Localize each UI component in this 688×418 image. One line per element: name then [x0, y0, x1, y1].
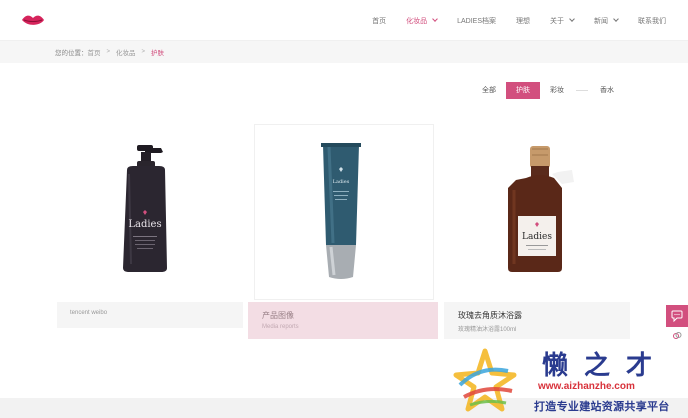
chat-button[interactable] — [666, 305, 688, 327]
link-button[interactable] — [666, 327, 688, 345]
product-title[interactable]: tencent weibo — [70, 310, 230, 316]
side-toolbar — [666, 305, 688, 345]
product-subtitle: Media reports — [262, 324, 299, 330]
product-caption[interactable]: 玫瑰去角质沐浴露 玫瑰精油沐浴露100ml — [444, 302, 630, 339]
site-header: 首页 化妆品 LADIES档案 理想 关于 新闻 联系我们 — [0, 0, 688, 41]
star-logo-icon — [450, 345, 520, 415]
lips-logo-icon[interactable] — [20, 11, 46, 31]
product-image[interactable]: Ladies — [254, 124, 434, 300]
watermark: 懒之才 www.aizhanzhe.com 打造专业建站资源共享平台 — [450, 345, 688, 418]
nav-item-ladies-archive[interactable]: LADIES档案 — [457, 16, 496, 26]
filter-skincare[interactable]: 护肤 — [506, 82, 540, 99]
product-card[interactable]: Ladies 玫瑰去角质沐浴露 玫瑰精油沐浴露100ml — [444, 124, 630, 339]
breadcrumb-current: 护肤 — [151, 50, 165, 57]
nav-item-about[interactable]: 关于 — [550, 16, 575, 26]
filter-divider — [576, 90, 588, 91]
watermark-url: www.aizhanzhe.com — [538, 381, 635, 392]
watermark-title: 懒之才 — [542, 351, 669, 381]
product-caption[interactable]: tencent weibo — [57, 302, 243, 328]
chevron-down-icon — [569, 16, 575, 22]
breadcrumb-prefix: 您的位置： — [55, 50, 88, 57]
breadcrumb: 您的位置： 首页 > 化妆品 > 护肤 — [55, 41, 164, 63]
breadcrumb-cosmetics-link[interactable]: 化妆品 — [116, 47, 136, 57]
chat-bubble-icon — [671, 310, 683, 322]
product-brand-text: Ladies — [333, 179, 350, 185]
product-caption[interactable]: 产品图像 Media reports — [248, 302, 438, 339]
filter-perfume[interactable]: 香水 — [590, 82, 624, 99]
nav-item-home[interactable]: 首页 — [372, 16, 386, 26]
product-image[interactable]: Ladies — [57, 124, 243, 300]
product-title[interactable]: 玫瑰去角质沐浴露 — [458, 310, 616, 321]
category-filters: 全部 护肤 彩妆 香水 — [472, 82, 624, 99]
product-brand-text: Ladies — [522, 232, 552, 242]
nav-item-ideal[interactable]: 理想 — [516, 16, 530, 26]
breadcrumb-home-link[interactable]: 首页 — [88, 47, 101, 57]
breadcrumb-separator-icon: > — [141, 49, 146, 55]
filter-all[interactable]: 全部 — [472, 82, 506, 99]
product-title[interactable]: 产品图像 — [262, 310, 424, 321]
product-subtitle: 玫瑰精油沐浴露100ml — [458, 327, 517, 333]
nav-item-contact[interactable]: 联系我们 — [638, 16, 666, 26]
product-card[interactable]: Ladies tencent weibo — [57, 124, 243, 339]
breadcrumb-separator-icon: > — [106, 49, 111, 55]
product-card[interactable]: Ladies 产品图像 Media reports — [248, 124, 438, 339]
chevron-down-icon — [432, 16, 438, 22]
product-brand-text: Ladies — [128, 219, 161, 230]
link-icon — [673, 332, 682, 339]
filter-makeup[interactable]: 彩妆 — [540, 82, 574, 99]
watermark-slogan: 打造专业建站资源共享平台 — [534, 401, 670, 413]
nav-item-news[interactable]: 新闻 — [594, 16, 619, 26]
main-nav: 首页 化妆品 LADIES档案 理想 关于 新闻 联系我们 — [352, 0, 666, 41]
product-image[interactable]: Ladies — [444, 124, 630, 300]
chevron-down-icon — [613, 16, 619, 22]
breadcrumb-bar: 您的位置： 首页 > 化妆品 > 护肤 — [0, 41, 688, 63]
nav-item-cosmetics[interactable]: 化妆品 — [406, 16, 438, 26]
